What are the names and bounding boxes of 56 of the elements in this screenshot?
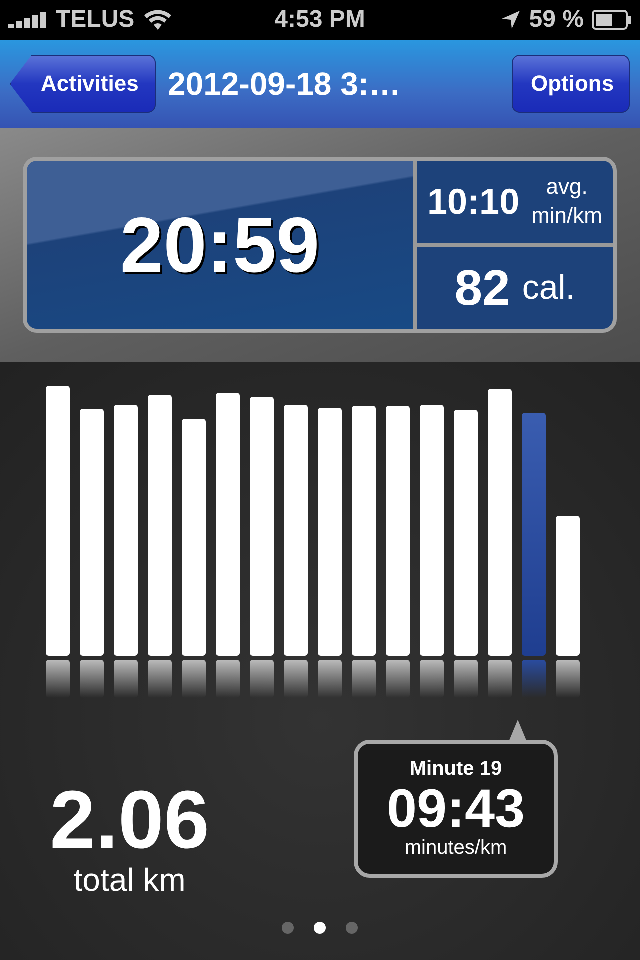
pace-bar[interactable] [250,397,274,656]
bar-reflection [522,660,546,698]
calories-unit: cal. [522,268,576,308]
pace-bar[interactable] [216,393,240,656]
pace-bar[interactable] [114,405,138,656]
bar-reflection [216,660,240,698]
battery-percent: 59 % [529,6,584,34]
pace-bar[interactable] [420,405,444,656]
pace-value: 10:10 [428,181,520,223]
bar-reflection [318,660,342,698]
pace-bar[interactable] [148,395,172,656]
bar-reflection [46,660,70,698]
bar-reflection [80,660,104,698]
bar-reflection [148,660,172,698]
duration-value: 20:59 [120,200,320,290]
pace-bar[interactable] [522,413,546,656]
bar-reflection [250,660,274,698]
status-time: 4:53 PM [274,6,366,34]
location-arrow-icon [501,10,522,30]
bar-reflection [284,660,308,698]
nav-title: 2012-09-18 3:… [168,66,402,102]
signal-icon [8,12,48,28]
pace-bar[interactable] [488,389,512,656]
pace-bar[interactable] [318,408,342,656]
bar-reflection [386,660,410,698]
bar-reflection [182,660,206,698]
battery-icon [592,10,632,30]
bar-reflection [454,660,478,698]
callout-value: 09:43 [386,780,526,838]
pace-unit: min/km [532,202,602,230]
pace-bar[interactable] [182,419,206,656]
bar-reflection [556,660,580,698]
page-dot[interactable] [346,922,358,934]
calories-value: 82 [454,259,510,317]
pace-bar[interactable] [80,409,104,656]
carrier-name: TELUS [56,6,135,34]
pace-unit: avg. [546,173,588,202]
distance-label: total km [74,862,186,899]
back-button[interactable]: Activities [10,55,156,113]
pace-bar[interactable] [386,406,410,656]
pace-bar[interactable] [556,516,580,656]
bar-reflection [488,660,512,698]
pace-bar[interactable] [46,386,70,656]
pace-bar[interactable] [454,410,478,656]
callout-title: Minute 19 [410,758,502,781]
bar-reflection [114,660,138,698]
bar-reflection [352,660,376,698]
options-button[interactable]: Options [512,55,630,113]
page-dot[interactable] [314,922,326,934]
distance-value: 2.06 [50,780,210,862]
page-dot[interactable] [282,922,294,934]
pace-bar[interactable] [352,406,376,656]
callout-unit: minutes/km [404,837,508,860]
bar-reflection [420,660,444,698]
wifi-icon [142,9,173,31]
pace-bar[interactable] [284,405,308,656]
